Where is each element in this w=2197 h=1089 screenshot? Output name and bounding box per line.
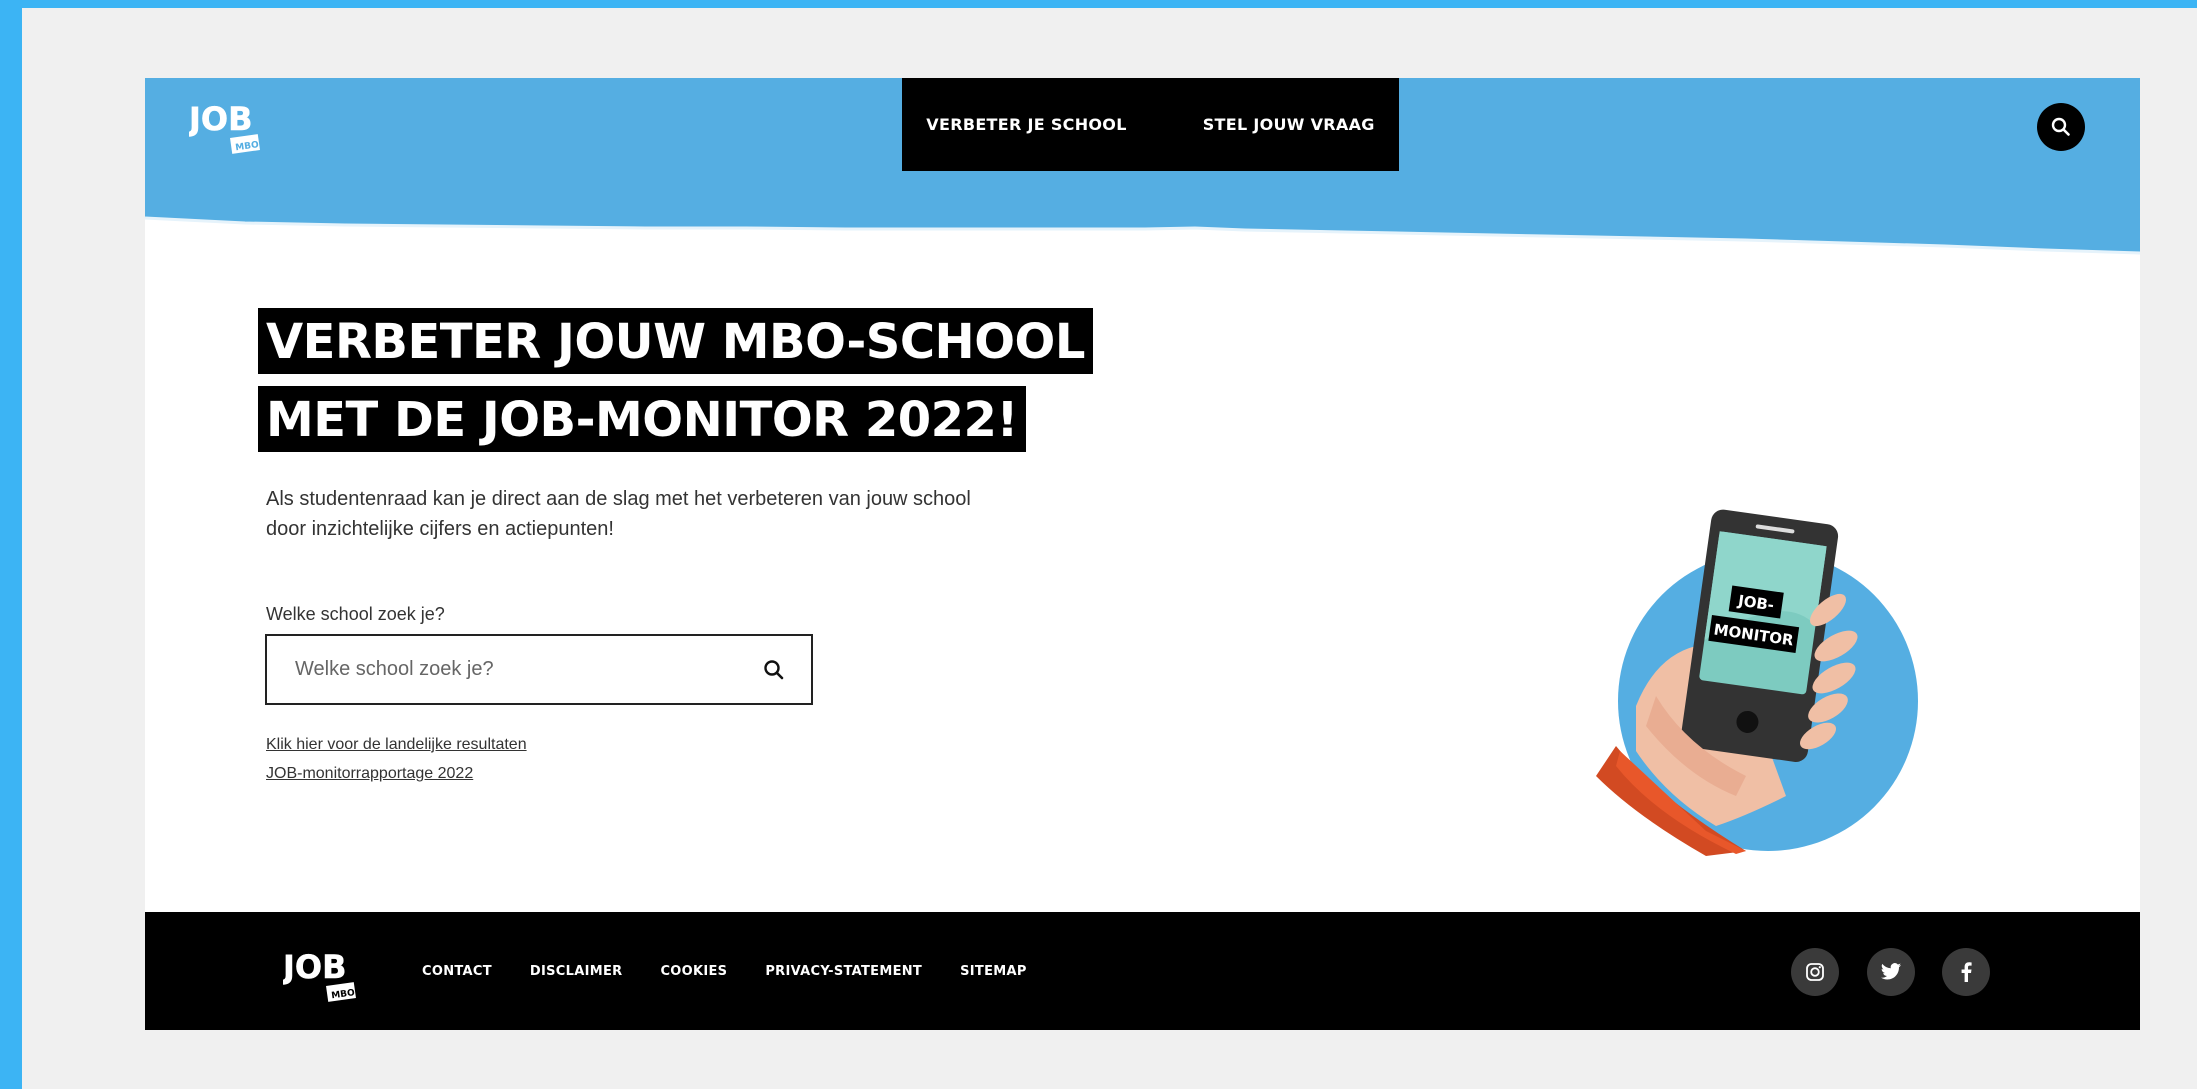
school-search-input[interactable]	[295, 636, 735, 703]
hero-title-line-1: VERBETER JOUW MBO-SCHOOL	[258, 308, 1093, 374]
footer-nav: CONTACT DISCLAIMER COOKIES PRIVACY-STATE…	[422, 912, 1027, 1030]
nav-verbeter-je-school[interactable]: VERBETER JE SCHOOL	[926, 115, 1126, 134]
svg-text:MBO: MBO	[331, 988, 356, 1001]
twitter-link[interactable]	[1867, 948, 1915, 996]
hero-title: VERBETER JOUW MBO-SCHOOL MET DE JOB-MONI…	[258, 308, 1093, 452]
job-logo-icon: JOB MBO	[187, 100, 260, 154]
school-search-label: Welke school zoek je?	[266, 604, 445, 624]
instagram-icon	[1806, 963, 1824, 981]
search-icon	[2051, 117, 2070, 136]
job-logo[interactable]: JOB MBO	[187, 100, 261, 158]
footer-link-disclaimer[interactable]: DISCLAIMER	[530, 964, 623, 979]
site-footer: JOB MBO CONTACT DISCLAIMER COOKIES PRIVA…	[145, 912, 2140, 1030]
hero-intro-text: Als studentenraad kan je direct aan de s…	[266, 488, 971, 540]
header-search-button[interactable]	[2037, 103, 2085, 151]
footer-job-logo[interactable]: JOB MBO	[281, 948, 359, 1006]
svg-text:MBO: MBO	[235, 140, 260, 153]
browser-canvas: JOB MBO VERBETER JE SCHOOL STEL JOUW VRA…	[22, 8, 2197, 1089]
twitter-icon	[1880, 963, 1902, 980]
footer-link-sitemap[interactable]: SITEMAP	[960, 964, 1027, 979]
hero-links: Klik hier voor de landelijke resultaten …	[266, 730, 527, 788]
phone-hand-icon: JOB- MONITOR	[1596, 509, 1918, 856]
svg-text:JOB: JOB	[189, 100, 253, 138]
job-logo-icon: JOB MBO	[281, 948, 356, 1002]
facebook-icon	[1961, 962, 1972, 982]
svg-text:JOB: JOB	[283, 948, 347, 986]
link-job-monitorrapportage[interactable]: JOB-monitorrapportage 2022	[266, 759, 527, 788]
footer-link-privacy-statement[interactable]: PRIVACY-STATEMENT	[765, 964, 922, 979]
facebook-link[interactable]	[1942, 948, 1990, 996]
hero-title-line-2: MET DE JOB-MONITOR 2022!	[258, 386, 1026, 452]
footer-link-contact[interactable]: CONTACT	[422, 964, 492, 979]
instagram-link[interactable]	[1791, 948, 1839, 996]
page: JOB MBO VERBETER JE SCHOOL STEL JOUW VRA…	[145, 78, 2140, 1030]
main-nav: VERBETER JE SCHOOL STEL JOUW VRAAG	[902, 78, 1399, 171]
job-monitor-phone-illustration: JOB- MONITOR	[1596, 496, 1926, 861]
school-search-box	[265, 634, 813, 705]
footer-link-cookies[interactable]: COOKIES	[660, 964, 727, 979]
search-icon	[764, 660, 784, 680]
site-header: JOB MBO VERBETER JE SCHOOL STEL JOUW VRA…	[145, 78, 2140, 278]
school-search-button[interactable]	[763, 659, 785, 686]
nav-stel-jouw-vraag[interactable]: STEL JOUW VRAAG	[1203, 115, 1375, 134]
link-landelijke-resultaten[interactable]: Klik hier voor de landelijke resultaten	[266, 730, 527, 759]
